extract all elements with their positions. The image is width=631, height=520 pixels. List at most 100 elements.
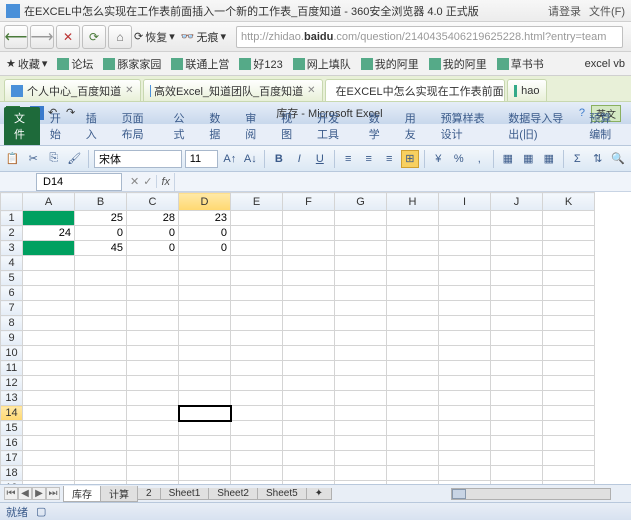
cell[interactable] xyxy=(543,436,595,451)
cell[interactable] xyxy=(23,316,75,331)
cell[interactable] xyxy=(387,361,439,376)
col-header[interactable]: E xyxy=(231,193,283,211)
cell[interactable] xyxy=(283,406,335,421)
cell[interactable]: 0 xyxy=(179,241,231,256)
select-all-corner[interactable] xyxy=(1,193,23,211)
decrease-font-icon[interactable]: A↓ xyxy=(242,150,260,168)
cell[interactable] xyxy=(439,421,491,436)
cell[interactable] xyxy=(75,271,127,286)
cell[interactable]: 0 xyxy=(127,241,179,256)
cell[interactable] xyxy=(75,481,127,485)
cell-selected[interactable] xyxy=(179,406,231,421)
cell[interactable] xyxy=(179,376,231,391)
cell[interactable] xyxy=(439,256,491,271)
cell[interactable] xyxy=(231,436,283,451)
align-right-icon[interactable]: ≡ xyxy=(381,150,399,168)
cell[interactable] xyxy=(543,316,595,331)
cell[interactable] xyxy=(127,481,179,485)
cell[interactable] xyxy=(335,481,387,485)
row-header[interactable]: 11 xyxy=(1,361,23,376)
cell[interactable] xyxy=(231,451,283,466)
cell[interactable] xyxy=(23,361,75,376)
cell[interactable] xyxy=(439,331,491,346)
cell[interactable] xyxy=(439,391,491,406)
cell[interactable] xyxy=(179,286,231,301)
underline-button[interactable]: U xyxy=(311,150,329,168)
cell[interactable] xyxy=(439,436,491,451)
back-button[interactable]: ⟵ xyxy=(4,25,28,49)
col-header[interactable]: B xyxy=(75,193,127,211)
cell[interactable] xyxy=(75,466,127,481)
name-box[interactable]: D14 xyxy=(36,173,122,191)
row-header[interactable]: 1 xyxy=(1,211,23,226)
cell[interactable] xyxy=(335,466,387,481)
home-button[interactable]: ⌂ xyxy=(108,25,132,49)
cell[interactable] xyxy=(387,391,439,406)
sheet-tab-active[interactable]: 库存 xyxy=(63,486,101,502)
cell[interactable] xyxy=(543,286,595,301)
cell[interactable] xyxy=(179,466,231,481)
cell[interactable] xyxy=(491,391,543,406)
bold-button[interactable]: B xyxy=(270,150,288,168)
cell[interactable] xyxy=(75,286,127,301)
stop-button[interactable]: ✕ xyxy=(56,25,80,49)
cell[interactable]: 45 xyxy=(75,241,127,256)
cell[interactable] xyxy=(439,406,491,421)
cell[interactable]: 28 xyxy=(127,211,179,226)
cell[interactable] xyxy=(75,361,127,376)
cell[interactable] xyxy=(231,331,283,346)
cell[interactable] xyxy=(387,226,439,241)
cell[interactable] xyxy=(439,346,491,361)
cell[interactable] xyxy=(491,331,543,346)
cell[interactable] xyxy=(23,256,75,271)
ribbon-tab[interactable]: 开始 xyxy=(40,107,76,145)
cell[interactable] xyxy=(387,256,439,271)
cell[interactable] xyxy=(283,466,335,481)
cell[interactable] xyxy=(75,391,127,406)
cell[interactable] xyxy=(387,376,439,391)
row-header[interactable]: 15 xyxy=(1,421,23,436)
cell[interactable] xyxy=(127,391,179,406)
cell[interactable] xyxy=(543,226,595,241)
cell[interactable] xyxy=(231,361,283,376)
url-bar[interactable]: http://zhidao.baidu.com/question/2140435… xyxy=(236,26,623,48)
cell[interactable] xyxy=(387,271,439,286)
cell[interactable] xyxy=(231,241,283,256)
cell[interactable] xyxy=(335,226,387,241)
incognito-button[interactable]: 👓无痕▾ xyxy=(181,29,226,45)
cell[interactable] xyxy=(23,466,75,481)
sort-icon[interactable]: ⇅ xyxy=(589,150,607,168)
cell[interactable] xyxy=(179,331,231,346)
cell[interactable] xyxy=(491,271,543,286)
cell[interactable] xyxy=(75,316,127,331)
cell[interactable] xyxy=(335,376,387,391)
cell[interactable] xyxy=(179,361,231,376)
new-sheet-button[interactable]: ✦ xyxy=(306,488,332,500)
cell[interactable] xyxy=(231,406,283,421)
merge-icon[interactable]: ⊞ xyxy=(401,150,419,168)
cell[interactable] xyxy=(491,316,543,331)
cell[interactable] xyxy=(127,421,179,436)
cell[interactable] xyxy=(231,346,283,361)
row-header[interactable]: 4 xyxy=(1,256,23,271)
row-header[interactable]: 7 xyxy=(1,301,23,316)
cell[interactable] xyxy=(231,301,283,316)
cell[interactable] xyxy=(387,466,439,481)
col-header[interactable]: G xyxy=(335,193,387,211)
cell[interactable] xyxy=(75,256,127,271)
cell[interactable] xyxy=(127,316,179,331)
row-header[interactable]: 10 xyxy=(1,346,23,361)
login-link[interactable]: 请登录 xyxy=(548,3,581,19)
cell[interactable] xyxy=(491,406,543,421)
cell[interactable] xyxy=(335,346,387,361)
bookmark-item[interactable]: 联通上営 xyxy=(171,56,229,72)
row-header[interactable]: 5 xyxy=(1,271,23,286)
bookmark-right[interactable]: excel vb xyxy=(585,58,625,70)
sheet-nav-prev-icon[interactable]: ◀ xyxy=(18,487,32,500)
forward-button[interactable]: ⟶ xyxy=(30,25,54,49)
cell[interactable] xyxy=(335,361,387,376)
cell[interactable] xyxy=(491,421,543,436)
cell[interactable] xyxy=(491,481,543,485)
cell[interactable] xyxy=(491,346,543,361)
cell[interactable] xyxy=(335,301,387,316)
